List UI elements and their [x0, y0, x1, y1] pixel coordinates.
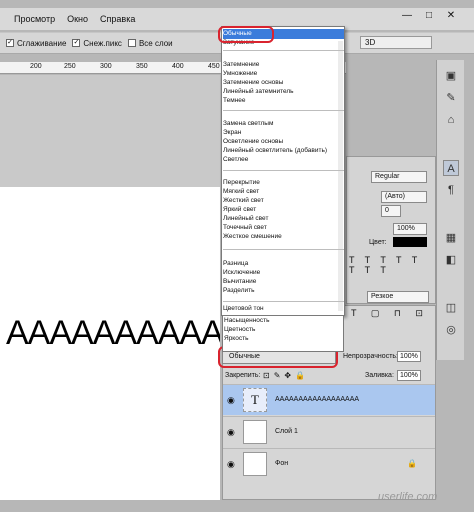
menu-item[interactable]: Линейный осветлитель (добавить) — [223, 147, 327, 155]
menu-item[interactable]: Линейный свет — [223, 215, 268, 223]
history-icon[interactable]: ▣ — [443, 68, 459, 84]
dropdown-tail: Насыщенность Цветность Яркость — [222, 316, 344, 352]
menu-view[interactable]: Просмотр — [14, 14, 55, 24]
text-layer-thumbnail: T — [243, 388, 267, 412]
eye-icon[interactable]: ◉ — [227, 459, 235, 470]
all-layers-checkbox[interactable] — [127, 39, 136, 47]
channels-icon[interactable]: ◎ — [443, 322, 459, 338]
menu-item[interactable]: Жесткий свет — [223, 197, 264, 205]
layer-row[interactable]: ◉ T AAAAAAAAAAAAAAAAAA — [223, 384, 435, 415]
color-swatch[interactable] — [393, 237, 427, 247]
menu-item[interactable]: Яркость — [224, 334, 343, 343]
maximize-button[interactable]: □ — [422, 10, 436, 22]
layer-name: AAAAAAAAAAAAAAAAAA — [275, 396, 360, 403]
menu-item[interactable]: Мягкий свет — [223, 188, 259, 196]
menu-item[interactable]: Замена светлым — [223, 120, 273, 128]
brush-icon[interactable]: ✎ — [443, 90, 459, 106]
menu-item[interactable]: Вычитание — [223, 278, 256, 286]
menu-separator — [223, 50, 344, 51]
lock-icon: 🔒 — [407, 459, 417, 468]
fill-label: Заливка: — [365, 372, 394, 379]
layer-name: Фон — [275, 460, 289, 467]
canvas-text-layer[interactable]: AAAAAAAAAAAAAAAAA — [6, 314, 220, 353]
dropdown-scrollbar[interactable] — [338, 41, 343, 311]
menu-item[interactable]: Экран — [223, 129, 241, 137]
type-style-buttons[interactable]: T T T T T T T T — [349, 255, 435, 275]
lock-label: Закрепить: — [225, 372, 261, 379]
menu-item[interactable]: Темнее — [223, 97, 246, 105]
menu-item[interactable]: Затемнение основы — [223, 79, 283, 87]
ruler-tick: 350 — [136, 63, 148, 70]
ruler-tick: 450 — [208, 63, 220, 70]
menu-item[interactable]: Цветовой тон — [223, 305, 264, 313]
menu-item[interactable]: Разница — [223, 260, 248, 268]
layer-name: Слой 1 — [275, 428, 298, 435]
lock-icons[interactable]: ⊡✎✥🔒 — [263, 371, 309, 380]
menu-item[interactable]: Светлее — [223, 156, 248, 164]
snapshot-checkbox[interactable]: ✓ — [72, 39, 81, 47]
swatches-icon[interactable]: ▦ — [443, 230, 459, 246]
blend-mode-dropdown: Обычные Затухание Затемнение Умножение З… — [221, 26, 345, 316]
menu-item[interactable]: Яркий свет — [223, 206, 256, 214]
minimize-button[interactable]: — — [400, 10, 414, 22]
clone-icon[interactable]: ⌂ — [443, 112, 459, 128]
menu-item[interactable]: Умножение — [223, 70, 257, 78]
smoothing-checkbox[interactable]: ✓ — [6, 39, 14, 47]
menu-window[interactable]: Окно — [67, 14, 88, 24]
mode-3d-select[interactable]: 3D — [360, 36, 432, 49]
menu-separator — [223, 249, 344, 250]
fill-field[interactable]: 100% — [397, 370, 421, 381]
menu-item[interactable]: Перекрытие — [223, 179, 260, 187]
menu-item[interactable]: Точечный свет — [223, 224, 267, 232]
menu-item[interactable]: Осветление основы — [223, 138, 283, 146]
layer-row[interactable]: ◉ Фон 🔒 — [223, 448, 435, 479]
all-layers-label: Все слои — [138, 38, 173, 48]
menu-item[interactable]: Исключение — [223, 269, 260, 277]
leading-field[interactable]: (Авто) — [381, 191, 427, 203]
color-label: Цвет: — [369, 239, 387, 246]
opacity-field[interactable]: 100% — [397, 351, 421, 362]
styles-icon[interactable]: ◧ — [443, 252, 459, 268]
smoothing-label: Сглаживание — [17, 38, 67, 48]
menu-item[interactable]: Насыщенность — [224, 316, 343, 325]
ruler-tick: 200 — [30, 63, 42, 70]
layer-filter-icons[interactable]: T ▢ ⊓ ⊡ — [351, 308, 429, 319]
antialias-select[interactable]: Резкое — [367, 291, 429, 303]
menu-separator — [223, 110, 344, 111]
ruler-tick: 250 — [64, 63, 76, 70]
watermark: userlife.com — [378, 491, 438, 503]
paragraph-icon[interactable]: ¶ — [443, 182, 459, 198]
close-button[interactable]: ✕ — [444, 10, 458, 22]
menu-item[interactable]: Разделить — [223, 287, 254, 295]
canvas-pasteboard — [0, 75, 220, 187]
menu-item[interactable]: Линейный затемнитель — [223, 88, 294, 96]
layers-icon[interactable]: ◫ — [443, 300, 459, 316]
menu-separator — [223, 170, 344, 171]
menu-item[interactable]: Жесткое смешение — [223, 233, 282, 241]
menu-help[interactable]: Справка — [100, 14, 135, 24]
character-icon[interactable]: A — [443, 160, 459, 176]
kerning-field[interactable]: 0 — [381, 205, 401, 217]
opacity-label: Непрозрачность: — [343, 353, 398, 360]
snapshot-label: Снеж.пикс — [83, 38, 122, 48]
ruler-tick: 300 — [100, 63, 112, 70]
menu-item[interactable]: Цветность — [224, 325, 343, 334]
ruler-tick: 400 — [172, 63, 184, 70]
eye-icon[interactable]: ◉ — [227, 395, 235, 406]
menu-item[interactable]: Затемнение — [223, 61, 259, 69]
panel-dock: ▣ ✎ ⌂ A ¶ ▦ ◧ ◫ ◎ — [436, 60, 464, 360]
eye-icon[interactable]: ◉ — [227, 427, 235, 438]
layer-row[interactable]: ◉ Слой 1 — [223, 416, 435, 447]
menu-separator — [223, 301, 344, 302]
layer-thumbnail — [243, 452, 267, 476]
character-panel: Regular (Авто) 0 100% Цвет: T T T T T T … — [346, 156, 436, 304]
layer-thumbnail — [243, 420, 267, 444]
font-style-select[interactable]: Regular — [371, 171, 427, 183]
scale-field[interactable]: 100% — [393, 223, 427, 235]
highlight-ring — [218, 26, 274, 43]
